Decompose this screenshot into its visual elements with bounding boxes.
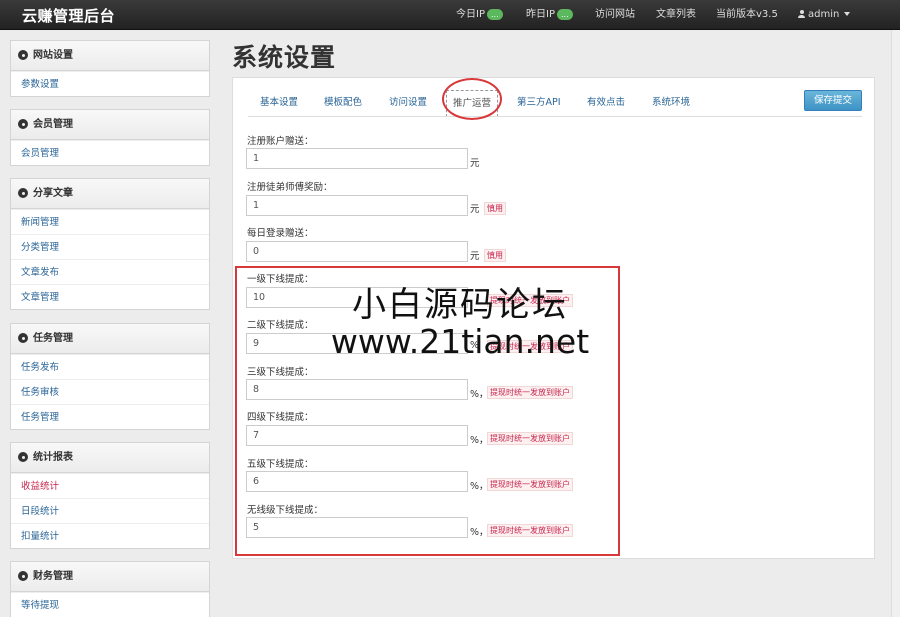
payout-hint: 提现时统一发放到账户 (487, 386, 573, 399)
sidebar-group-header[interactable]: 会员管理 (11, 110, 209, 140)
field-label-unlimited-level: 无线级下线提成： (247, 505, 324, 516)
tab-divider (248, 116, 862, 117)
tab-promotion[interactable]: 推广运营 (446, 90, 499, 117)
user-name: admin (808, 9, 840, 20)
field-label-daily-login: 每日登录赠送： (247, 228, 314, 239)
watermark-title: 小白源码论坛 (352, 285, 568, 325)
sidebar-group-site-settings: 网站设置 参数设置 (10, 40, 210, 97)
sidebar-item-categories[interactable]: 分类管理 (11, 234, 209, 259)
tab-basic[interactable]: 基本设置 (260, 90, 298, 116)
sidebar-group-header[interactable]: 财务管理 (11, 562, 209, 592)
unlimited-level-commission-input[interactable] (246, 517, 468, 538)
gear-icon (19, 572, 27, 580)
unit-percent: %， (470, 389, 489, 400)
unit-percent: %， (470, 527, 489, 538)
save-button[interactable]: 保存提交 (804, 90, 862, 111)
sidebar-item-task-review[interactable]: 任务审核 (11, 379, 209, 404)
field-label-level1: 一级下线提成： (247, 274, 314, 285)
unit-percent: %， (470, 435, 489, 446)
sidebar-item-task-publish[interactable]: 任务发布 (11, 354, 209, 379)
field-label-level5: 五级下线提成： (247, 459, 314, 470)
sidebar-group-title: 分享文章 (33, 188, 73, 199)
sidebar-item-article-manage[interactable]: 文章管理 (11, 284, 209, 309)
sidebar-group-header[interactable]: 网站设置 (11, 41, 209, 71)
referral-reward-input[interactable] (246, 195, 468, 216)
sidebar-item-task-manage[interactable]: 任务管理 (11, 404, 209, 429)
field-label-level3: 三级下线提成： (247, 367, 314, 378)
article-list-link[interactable]: 文章列表 (656, 0, 696, 30)
unit-yuan: 元 (470, 204, 480, 215)
sidebar-group-title: 财务管理 (33, 571, 73, 582)
sidebar-group-title: 任务管理 (33, 333, 73, 344)
sidebar-group-header[interactable]: 统计报表 (11, 443, 209, 473)
user-menu[interactable]: admin (798, 0, 851, 30)
level5-commission-input[interactable] (246, 471, 468, 492)
sidebar-group-finance: 财务管理 等待提现 (10, 561, 210, 617)
gear-icon (19, 334, 27, 342)
chevron-down-icon (844, 12, 851, 16)
tab-valid-clicks[interactable]: 有效点击 (587, 90, 625, 116)
tab-system-env[interactable]: 系统环境 (652, 90, 690, 116)
today-ip-label: 今日IP (456, 9, 485, 20)
field-label-referral-reward: 注册徒弟师傅奖励： (247, 182, 333, 193)
payout-hint: 提现时统一发放到账户 (487, 524, 573, 537)
page-scrollbar[interactable] (891, 30, 900, 617)
today-ip-badge: ... (486, 8, 503, 20)
yesterday-ip-label: 昨日IP (526, 9, 555, 20)
payout-hint: 提现时统一发放到账户 (487, 478, 573, 491)
today-ip-stat[interactable]: 今日IP... (456, 0, 503, 30)
sidebar-group-title: 网站设置 (33, 50, 73, 61)
yesterday-ip-badge: ... (556, 8, 573, 20)
tab-theme-colors[interactable]: 模板配色 (324, 90, 362, 116)
unit-percent: %， (470, 481, 489, 492)
sidebar-group-tasks: 任务管理 任务发布 任务审核 任务管理 (10, 323, 210, 430)
gear-icon (19, 51, 27, 59)
sidebar-item-pending-withdrawal[interactable]: 等待提现 (11, 592, 209, 617)
sidebar-item-income-stats[interactable]: 收益统计 (11, 473, 209, 498)
top-navbar: 云赚管理后台 今日IP... 昨日IP... 访问网站 文章列表 当前版本v3.… (0, 0, 900, 30)
daily-login-input[interactable] (246, 241, 468, 262)
gear-icon (19, 120, 27, 128)
sidebar-item-period-stats[interactable]: 日段统计 (11, 498, 209, 523)
field-label-register-bonus: 注册账户赠送： (247, 136, 314, 147)
sidebar-group-header[interactable]: 分享文章 (11, 179, 209, 209)
register-bonus-input[interactable] (246, 148, 468, 169)
sidebar-group-reports: 统计报表 收益统计 日段统计 扣量统计 (10, 442, 210, 549)
gear-icon (19, 453, 27, 461)
user-icon (798, 10, 805, 18)
payout-hint: 提现时统一发放到账户 (487, 432, 573, 445)
sidebar-group-members: 会员管理 会员管理 (10, 109, 210, 166)
caution-badge: 慎用 (484, 202, 506, 215)
tab-access[interactable]: 访问设置 (389, 90, 427, 116)
sidebar-group-title: 会员管理 (33, 119, 73, 130)
sidebar-item-deduction-stats[interactable]: 扣量统计 (11, 523, 209, 548)
sidebar-item-params[interactable]: 参数设置 (11, 71, 209, 96)
visit-site-link[interactable]: 访问网站 (595, 0, 635, 30)
sidebar-item-member-manage[interactable]: 会员管理 (11, 140, 209, 165)
caution-badge: 慎用 (484, 249, 506, 262)
brand-title[interactable]: 云赚管理后台 (22, 5, 115, 26)
level4-commission-input[interactable] (246, 425, 468, 446)
sidebar-item-publish-article[interactable]: 文章发布 (11, 259, 209, 284)
page-title: 系统设置 (232, 43, 337, 72)
gear-icon (19, 189, 27, 197)
unit-yuan: 元 (470, 251, 480, 262)
sidebar-group-articles: 分享文章 新闻管理 分类管理 文章发布 文章管理 (10, 178, 210, 310)
watermark-url: www.21tian.net (330, 322, 590, 361)
tab-third-party-api[interactable]: 第三方API (517, 90, 561, 116)
sidebar-item-news[interactable]: 新闻管理 (11, 209, 209, 234)
yesterday-ip-stat[interactable]: 昨日IP... (526, 0, 573, 30)
field-label-level4: 四级下线提成： (247, 412, 314, 423)
sidebar-group-header[interactable]: 任务管理 (11, 324, 209, 354)
sidebar-group-title: 统计报表 (33, 452, 73, 463)
unit-yuan: 元 (470, 158, 480, 169)
level3-commission-input[interactable] (246, 379, 468, 400)
version-label: 当前版本v3.5 (716, 9, 778, 20)
